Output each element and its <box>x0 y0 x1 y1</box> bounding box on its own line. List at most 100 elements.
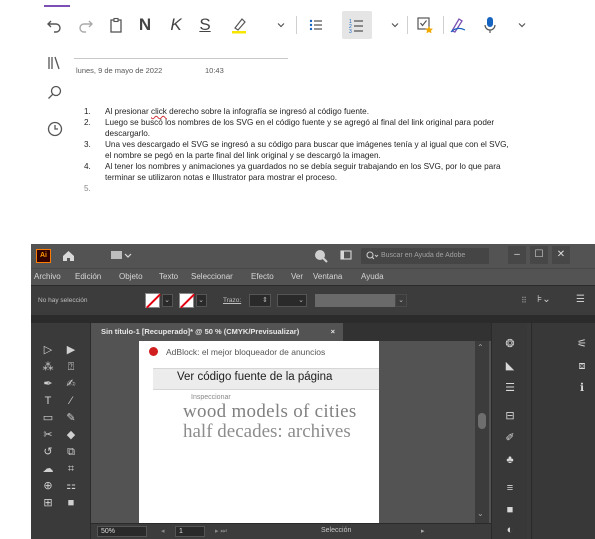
prev-artboard-icon[interactable]: ◂ <box>161 527 165 535</box>
panel-toggle-icon[interactable] <box>340 249 352 264</box>
bold-button[interactable]: N <box>136 14 154 36</box>
chevron-down-icon[interactable] <box>274 14 288 36</box>
list-item[interactable]: 4. Al tener los nombres y animaciones ya… <box>84 161 514 183</box>
shape-builder-tool-icon[interactable]: ⊕ <box>40 479 56 493</box>
scroll-up-icon[interactable]: ⌃ <box>477 343 484 352</box>
clipboard-icon[interactable] <box>106 14 126 36</box>
rectangle-tool-icon[interactable]: ▭ <box>40 411 56 425</box>
libraries-icon[interactable]: ◣ <box>502 359 518 373</box>
info-icon[interactable]: ℹ <box>574 381 590 395</box>
list-item[interactable]: 1. Al presionar click derecho sobre la i… <box>84 106 514 117</box>
clock-icon[interactable] <box>46 120 66 140</box>
list-item[interactable]: 2. Luego se buscó los nombres de los SVG… <box>84 117 514 139</box>
artboard-number-field[interactable]: 1 <box>175 526 205 537</box>
close-button[interactable]: ✕ <box>552 246 570 264</box>
stroke-swatch[interactable] <box>179 293 195 309</box>
ink-icon[interactable] <box>447 14 469 36</box>
scale-tool-icon[interactable]: ⧉ <box>63 445 79 459</box>
symbols-club-icon[interactable]: ♣ <box>502 453 518 467</box>
list-item-text-part: Al presionar <box>105 107 151 116</box>
tag-icon[interactable] <box>414 14 436 36</box>
menu-ayuda[interactable]: Ayuda <box>361 272 384 281</box>
menu-archivo[interactable]: Archivo <box>34 272 61 281</box>
minimize-button[interactable]: – <box>508 246 526 264</box>
stroke-panel-icon[interactable]: ≡ <box>502 481 518 495</box>
scroll-down-icon[interactable]: ⌄ <box>477 509 484 518</box>
stroke-weight-stepper[interactable]: ⇕ <box>249 294 271 307</box>
numbered-list-icon[interactable]: 123 <box>347 14 367 36</box>
variable-width-profile[interactable] <box>315 294 395 307</box>
rotate-tool-icon[interactable]: ↺ <box>40 445 56 459</box>
mesh-tool-icon[interactable]: ⊞ <box>40 496 56 510</box>
warp-tool-icon[interactable]: ☁ <box>40 462 56 476</box>
properties-icon[interactable]: ☰ <box>502 381 518 395</box>
home-icon[interactable] <box>62 249 75 265</box>
chevron-down-icon[interactable] <box>515 14 529 36</box>
gradient-panel-icon[interactable]: ■ <box>502 503 518 517</box>
shaper-tool-icon[interactable]: ✂ <box>40 428 56 442</box>
brushes-icon[interactable]: ✐ <box>502 431 518 445</box>
panel-menu-icon[interactable]: ☰ <box>576 294 585 305</box>
free-transform-tool-icon[interactable]: ⌗ <box>63 462 79 476</box>
direct-selection-tool-icon[interactable]: ▶ <box>63 343 79 357</box>
microphone-icon[interactable] <box>480 14 500 36</box>
stroke-weight-dropdown[interactable]: ⌄ <box>277 294 307 307</box>
artboards-icon[interactable]: ⧈ <box>574 359 590 373</box>
maximize-button[interactable]: ☐ <box>530 246 548 264</box>
menu-objeto[interactable]: Objeto <box>119 272 143 281</box>
arrange-docs-icon[interactable]: ⊧⌄ <box>537 294 551 305</box>
list-item[interactable]: 3. Una ves descargado el SVG se ingresó … <box>84 139 514 161</box>
line-tool-icon[interactable]: ⁄ <box>63 394 79 408</box>
artboard[interactable]: AdBlock: el mejor bloqueador de anuncios… <box>139 341 379 523</box>
gradient-tool-icon[interactable]: ■ <box>63 496 79 510</box>
adjust-icon[interactable]: ⚟ <box>574 337 590 351</box>
underline-button[interactable]: S <box>196 14 214 36</box>
menu-texto[interactable]: Texto <box>159 272 178 281</box>
bullet-list-icon[interactable] <box>306 14 326 36</box>
next-artboard-icon[interactable]: ▸ ⏭ <box>215 527 227 536</box>
zoom-level-field[interactable]: 50% <box>97 526 147 537</box>
canvas-area[interactable]: AdBlock: el mejor bloqueador de anuncios… <box>91 341 491 523</box>
stroke-dropdown[interactable]: ⌄ <box>196 294 207 307</box>
fill-dropdown[interactable]: ⌄ <box>162 294 173 307</box>
misspelled-word[interactable]: click <box>151 107 167 116</box>
help-search-input[interactable]: Buscar en Ayuda de Adobe <box>361 248 489 264</box>
pen-tool-icon[interactable]: ✒ <box>40 377 56 391</box>
chevron-down-icon[interactable] <box>388 14 402 36</box>
fill-swatch[interactable] <box>145 293 161 309</box>
stroke-label[interactable]: Trazo: <box>223 297 241 304</box>
symbols-icon[interactable]: ⊟ <box>502 409 518 423</box>
vertical-scrollbar[interactable]: ⌃ ⌄ <box>475 341 489 523</box>
eraser-tool-icon[interactable]: ◆ <box>63 428 79 442</box>
menu-seleccionar[interactable]: Seleccionar <box>191 272 233 281</box>
status-menu-icon[interactable]: ▸ <box>421 527 425 535</box>
notebooks-icon[interactable] <box>46 54 66 74</box>
menu-ventana[interactable]: Ventana <box>313 272 342 281</box>
document-tab[interactable]: Sin título-1 [Recuperado]* @ 50 % (CMYK/… <box>91 323 343 341</box>
menu-efecto[interactable]: Efecto <box>251 272 274 281</box>
scroll-thumb[interactable] <box>478 413 486 429</box>
onenote-page[interactable]: lunes, 9 de mayo de 2022 10:43 1. Al pre… <box>64 46 595 244</box>
paintbrush-tool-icon[interactable]: ✎ <box>63 411 79 425</box>
close-tab-icon[interactable]: × <box>331 323 335 341</box>
transparency-icon[interactable]: ◐ <box>502 523 518 537</box>
italic-button[interactable]: K <box>167 14 185 36</box>
workspace-icon[interactable] <box>111 249 133 264</box>
profile-dropdown[interactable]: ⌄ <box>395 294 407 307</box>
menu-edicion[interactable]: Edición <box>75 272 101 281</box>
cloud-sync-icon[interactable] <box>314 249 328 266</box>
highlighter-icon[interactable] <box>228 14 250 36</box>
curvature-tool-icon[interactable]: ✍ <box>63 377 79 391</box>
perspective-grid-tool-icon[interactable]: ⚏ <box>63 479 79 493</box>
menu-ver[interactable]: Ver <box>291 272 303 281</box>
search-icon[interactable] <box>46 84 66 104</box>
selection-tool-icon[interactable]: ▷ <box>40 343 56 357</box>
numbered-list[interactable]: 1. Al presionar click derecho sobre la i… <box>84 106 514 194</box>
undo-icon[interactable] <box>44 14 64 36</box>
magic-wand-tool-icon[interactable]: ⁂ <box>40 360 56 374</box>
type-tool-icon[interactable]: T <box>40 394 56 408</box>
list-item[interactable]: 5. <box>84 183 514 194</box>
lasso-tool-icon[interactable]: ⍰ <box>63 360 79 374</box>
redo-icon[interactable] <box>76 14 96 36</box>
color-palette-icon[interactable]: ❂ <box>502 337 518 351</box>
